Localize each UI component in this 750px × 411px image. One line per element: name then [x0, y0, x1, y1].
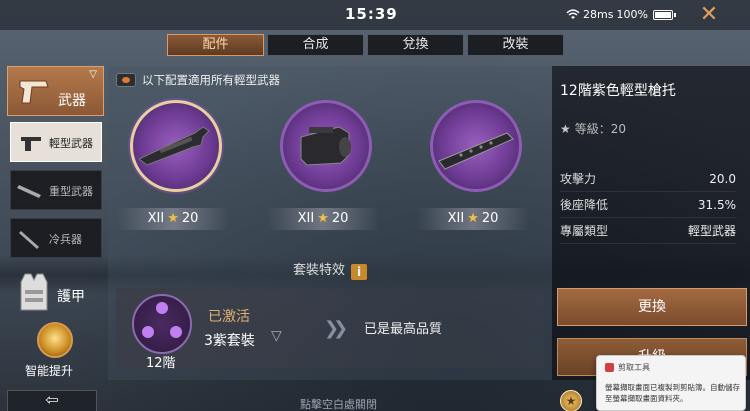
smart-boost-label: 智能提升 [25, 364, 74, 378]
notice-text: 以下配置適用所有輕型武器 [142, 73, 280, 87]
coin-icon: ★ [560, 390, 582, 411]
sidebar-item-armor[interactable]: 護甲 [7, 268, 104, 318]
pistol-icon [19, 80, 49, 104]
close-hint: 點擊空白處關閉 [300, 398, 377, 411]
stat-value: 20.0 [709, 172, 736, 186]
tab-accessories[interactable]: 配件 [167, 34, 264, 56]
item-title: 12階紫色輕型槍托 [560, 83, 676, 99]
info-icon[interactable]: i [351, 264, 367, 280]
part-tier: XII [447, 211, 465, 226]
battery-icon [652, 9, 676, 20]
part-circle [430, 100, 522, 192]
stat-row: 專屬類型 輕型武器 [560, 218, 736, 244]
part-stars: 20 [331, 211, 349, 226]
double-arrow-icon: ❯❯ [324, 318, 348, 339]
knife-icon [19, 231, 39, 249]
stat-list: 攻擊力 20.0 後座降低 31.5% 專屬類型 輕型武器 [560, 166, 736, 244]
set-effect-label: 套裝特效 [292, 263, 345, 278]
back-button[interactable]: ⇦ [7, 390, 97, 411]
part-tier: XII [147, 211, 165, 226]
sidebar-item-label: 重型武器 [49, 185, 93, 198]
close-button[interactable]: ✕ [697, 4, 721, 26]
scissors-icon [605, 363, 614, 372]
close-icon: ✕ [699, 2, 719, 27]
tab-synthesis[interactable]: 合成 [267, 34, 364, 56]
toast-title-text: 剪取工具 [618, 363, 650, 372]
tab-bar: 配件 合成 兌換 改裝 [167, 34, 564, 56]
chevron-down-icon: ▽ [89, 69, 97, 80]
part-circle [130, 100, 222, 192]
wifi-icon [566, 9, 580, 19]
sidebar: 武器 ▽ 輕型武器 重型武器 冷兵器 護甲 智能提升 ⇦ [0, 62, 106, 411]
set-node [170, 326, 182, 338]
tab-modify[interactable]: 改裝 [467, 34, 564, 56]
tab-exchange[interactable]: 兌換 [367, 34, 464, 56]
part-rating: XII ★ 20 [267, 208, 379, 230]
set-name: 3紫套裝 [204, 333, 255, 349]
rifle-icon [17, 185, 41, 198]
sidebar-item-label: 冷兵器 [49, 233, 82, 246]
suppressor-icon [438, 132, 514, 170]
snip-notification[interactable]: 剪取工具 螢幕擷取畫面已複製到剪貼簿。自動儲存至螢幕擷取畫面資料夾。 [596, 355, 746, 411]
set-tier: 12階 [146, 356, 176, 371]
clock: 15:39 [345, 5, 398, 23]
item-grade: ★ 等級：20 [560, 120, 626, 137]
status-indicators: 28ms 100% [566, 8, 676, 21]
grade-text: 等級：20 [574, 122, 627, 136]
toast-title: 剪取工具 [605, 362, 650, 373]
stat-label: 後座降低 [560, 198, 609, 212]
set-badge-icon [132, 294, 192, 354]
part-rating: XII ★ 20 [417, 208, 529, 230]
sidebar-item-label: 護甲 [57, 289, 85, 305]
stat-label: 專屬類型 [560, 224, 609, 238]
toast-message: 螢幕擷取畫面已複製到剪貼簿。自動儲存至螢幕擷取畫面資料夾。 [605, 383, 740, 403]
stat-row: 攻擊力 20.0 [560, 166, 736, 192]
sidebar-item-melee[interactable]: 冷兵器 [10, 218, 102, 258]
lightbulb-icon [37, 322, 73, 358]
latency-text: 28ms [583, 8, 614, 21]
stat-value: 輕型武器 [687, 224, 736, 238]
set-node [142, 326, 154, 338]
set-effect-bar: 12階 已激活 3紫套裝 ▽ ❯❯ 已是最高品質 [116, 288, 544, 371]
eye-icon [116, 73, 136, 87]
sidebar-item-weapon[interactable]: 武器 ▽ [7, 66, 104, 116]
star-icon: ★ [317, 211, 329, 226]
sidebar-item-light-weapons[interactable]: 輕型武器 [10, 122, 102, 162]
set-status: 已激活 [208, 309, 250, 325]
set-effect-title: 套裝特效 i [108, 259, 552, 280]
stat-label: 攻擊力 [560, 172, 597, 186]
star-icon: ★ [560, 122, 571, 136]
replace-button[interactable]: 更換 [557, 288, 747, 326]
armor-vest-icon [20, 273, 48, 311]
sidebar-item-label: 輕型武器 [49, 137, 93, 150]
battery-text: 100% [616, 8, 648, 21]
smg-icon [21, 137, 41, 151]
chevron-down-icon[interactable]: ▽ [271, 328, 282, 344]
stat-row: 後座降低 31.5% [560, 192, 736, 218]
notice: 以下配置適用所有輕型武器 [116, 72, 280, 88]
part-tier: XII [297, 211, 315, 226]
stock-icon [138, 126, 210, 166]
part-rating: XII ★ 20 [117, 208, 229, 230]
detail-panel: 12階紫色輕型槍托 ★ 等級：20 攻擊力 20.0 後座降低 31.5% 專屬類… [552, 66, 750, 380]
sidebar-item-heavy-weapons[interactable]: 重型武器 [10, 170, 102, 210]
part-slot-stock[interactable]: XII ★ 20 [117, 100, 229, 230]
sidebar-item-label: 武器 [58, 93, 86, 109]
scope-icon [300, 126, 351, 166]
part-slot-sight[interactable]: XII ★ 20 [267, 100, 379, 230]
max-quality-text: 已是最高品質 [364, 322, 443, 337]
star-icon: ★ [167, 211, 179, 226]
smart-boost-button[interactable]: 智能提升 [7, 322, 104, 382]
set-node [156, 302, 168, 314]
part-stars: 20 [181, 211, 199, 226]
star-icon: ★ [467, 211, 479, 226]
status-bar: 15:39 28ms 100% ✕ [0, 0, 750, 30]
part-stars: 20 [481, 211, 499, 226]
part-circle [280, 100, 372, 192]
stat-value: 31.5% [697, 198, 736, 212]
part-slot-barrel[interactable]: XII ★ 20 [417, 100, 529, 230]
accessory-panel: 以下配置適用所有輕型武器 XII ★ 20 XII ★ 20 XII ★ 20 … [108, 66, 552, 380]
